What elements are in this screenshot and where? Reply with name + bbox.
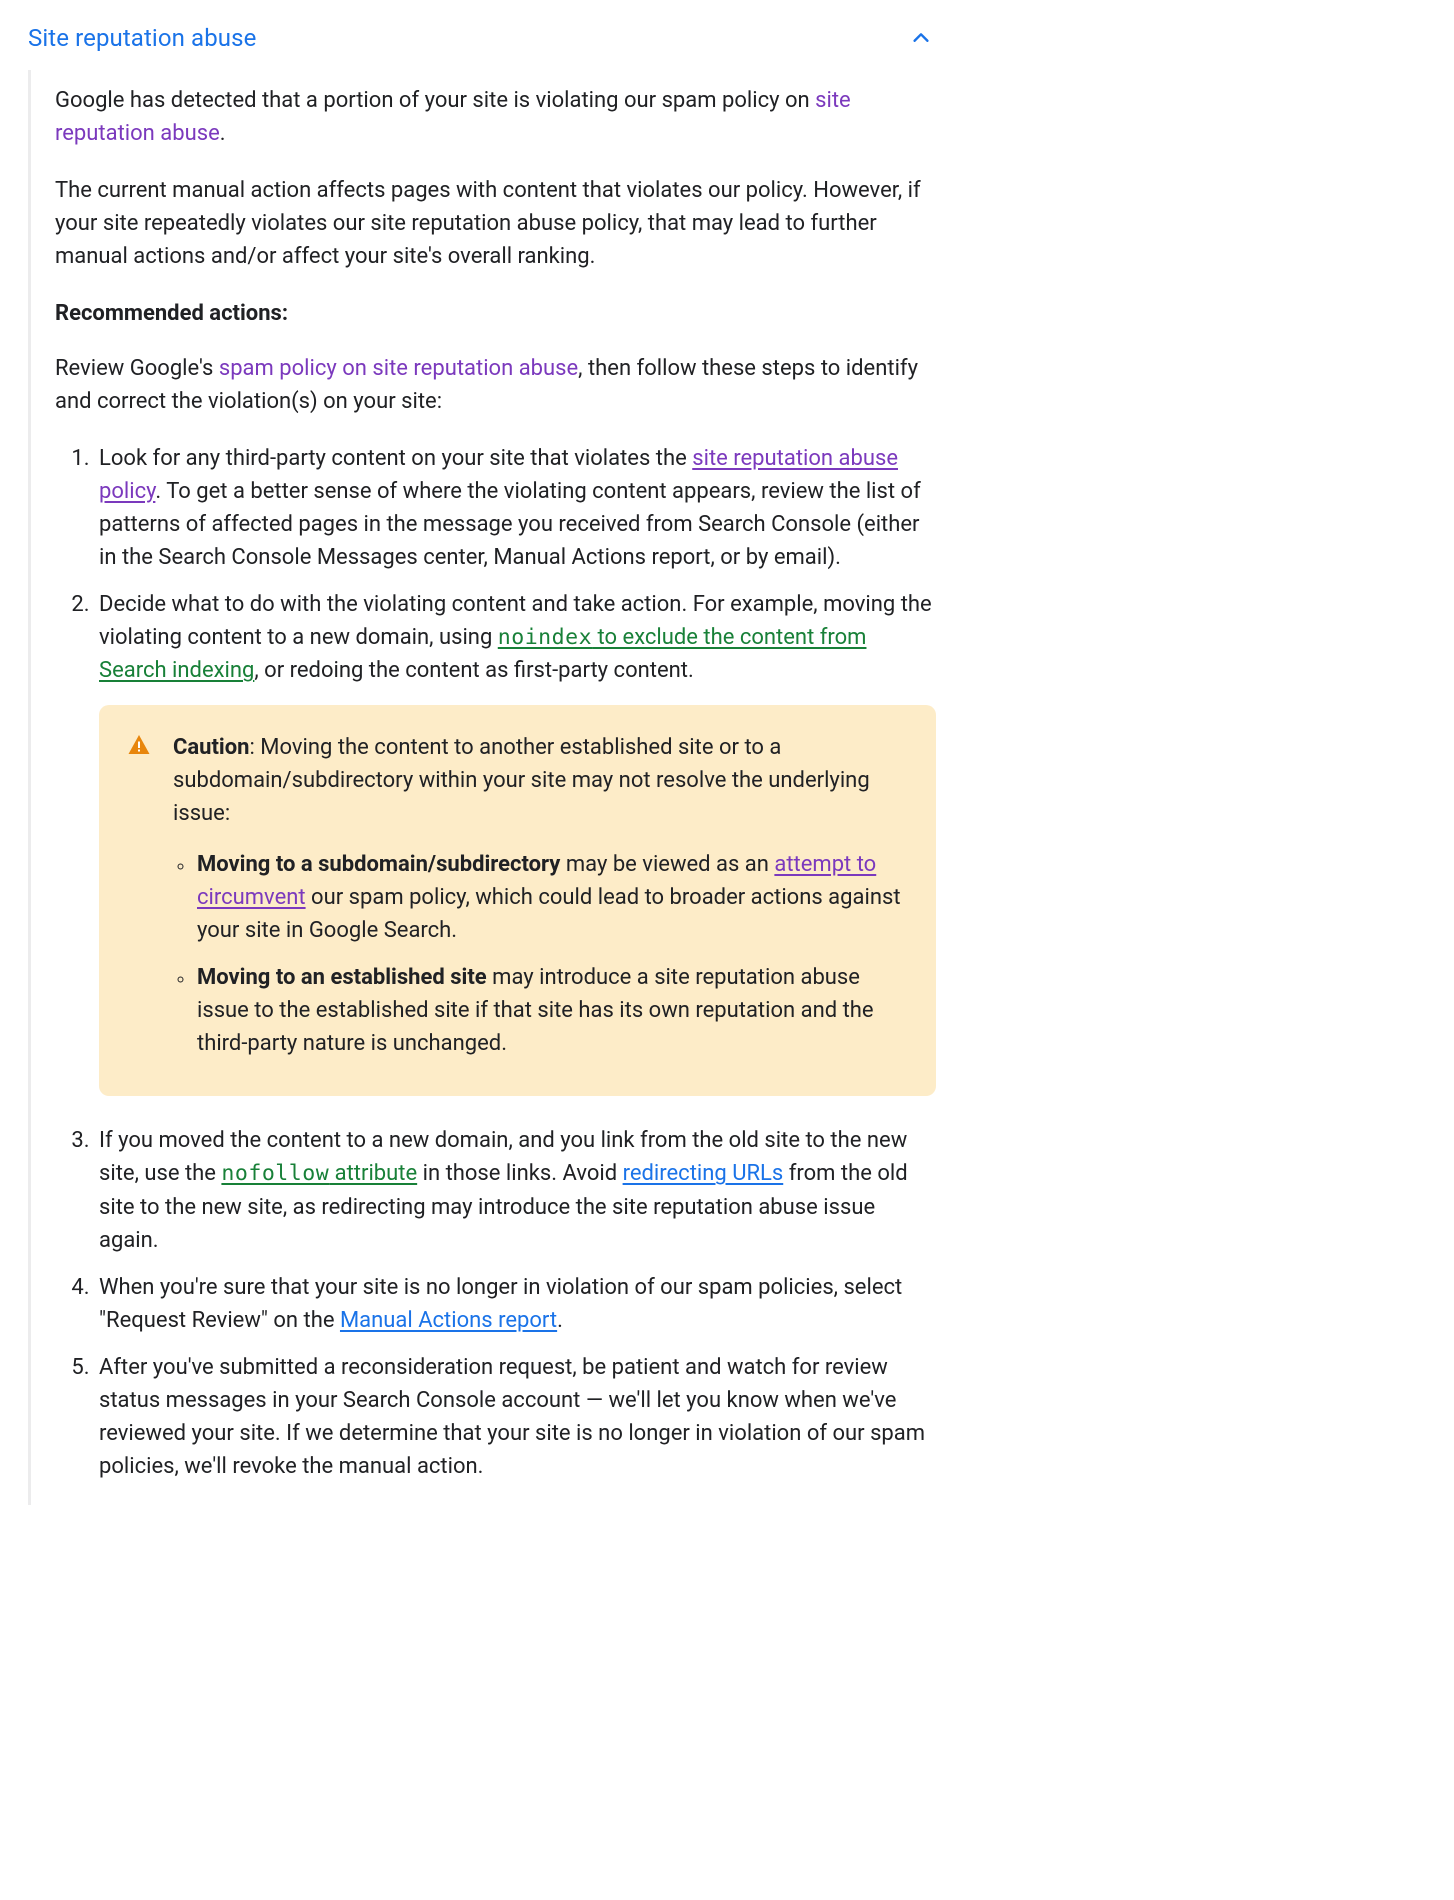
text: .: [220, 121, 226, 146]
warning-icon: [127, 733, 151, 757]
link-redirecting-urls[interactable]: redirecting URLs: [623, 1161, 784, 1186]
step-2: Decide what to do with the violating con…: [95, 588, 936, 1096]
step-1: Look for any third-party content on your…: [95, 442, 936, 574]
text: .: [557, 1308, 563, 1333]
text: Review Google's: [55, 356, 219, 381]
link-manual-actions-report[interactable]: Manual Actions report: [340, 1308, 557, 1333]
intro-paragraph-1: Google has detected that a portion of yo…: [55, 84, 936, 150]
text-strong: Moving to a subdomain/subdirectory: [197, 852, 560, 877]
section-title: Site reputation abuse: [28, 20, 256, 56]
caution-box: Caution: Moving the content to another e…: [99, 705, 936, 1096]
document-page: Site reputation abuse Google has detecte…: [0, 0, 960, 1545]
caution-body: Caution: Moving the content to another e…: [173, 731, 908, 1074]
steps-list: Look for any third-party content on your…: [55, 442, 936, 1483]
chevron-up-icon: [910, 27, 932, 49]
intro-paragraph-2: The current manual action affects pages …: [55, 174, 936, 273]
text: may be viewed as an: [560, 852, 774, 877]
step-3: If you moved the content to a new domain…: [95, 1124, 936, 1256]
section-header[interactable]: Site reputation abuse: [24, 12, 936, 70]
step-5: After you've submitted a reconsideration…: [95, 1351, 936, 1483]
text: : Moving the content to another establis…: [173, 735, 870, 826]
text: in those links. Avoid: [417, 1161, 622, 1186]
caution-item-established-site: Moving to an established site may introd…: [195, 961, 908, 1060]
text: attribute: [329, 1161, 417, 1186]
code-nofollow: nofollow: [221, 1161, 329, 1186]
recommended-actions-lead: Review Google's spam policy on site repu…: [55, 352, 936, 418]
step-4: When you're sure that your site is no lo…: [95, 1271, 936, 1337]
text: After you've submitted a reconsideration…: [99, 1355, 925, 1479]
link-spam-policy[interactable]: spam policy on site reputation abuse: [219, 356, 578, 381]
caution-item-subdomain: Moving to a subdomain/subdirectory may b…: [195, 848, 908, 947]
text: Google has detected that a portion of yo…: [55, 88, 815, 113]
section-body: Google has detected that a portion of yo…: [28, 70, 936, 1505]
text: . To get a better sense of where the vio…: [99, 479, 921, 570]
recommended-actions-heading: Recommended actions:: [55, 297, 936, 330]
text-strong: Moving to an established site: [197, 965, 487, 990]
caution-list: Moving to a subdomain/subdirectory may b…: [173, 848, 908, 1060]
text: Look for any third-party content on your…: [99, 446, 692, 471]
text: , or redoing the content as first-party …: [254, 658, 693, 683]
link-nofollow[interactable]: nofollow attribute: [221, 1161, 417, 1186]
code-noindex: noindex: [498, 625, 592, 650]
caution-title: Caution: [173, 735, 250, 760]
